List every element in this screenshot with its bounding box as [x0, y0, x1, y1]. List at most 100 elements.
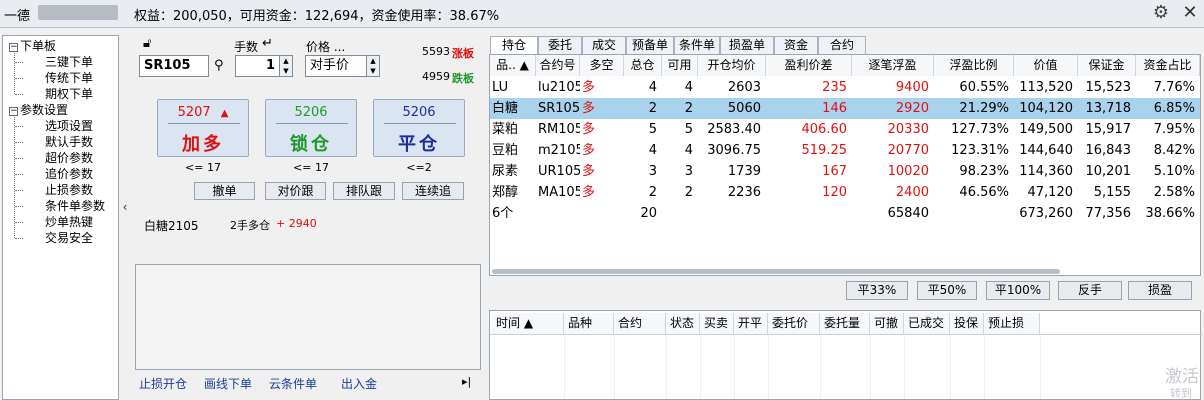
column-header[interactable]: 开仓均价	[698, 55, 766, 76]
table-row[interactable]: LU lu2105 多 4 4 2603 235 9400 60.55% 113,520 15,52…	[490, 77, 1200, 98]
column-header[interactable]: 投保	[950, 313, 984, 334]
order-button-1[interactable]: 5206 锁仓	[265, 99, 357, 157]
return-icon[interactable]: ↵	[262, 36, 273, 51]
table-cell: 2236	[727, 185, 761, 200]
column-header[interactable]: 可撤	[870, 313, 904, 334]
column-header[interactable]: 盈利价差	[766, 55, 852, 76]
tree-item-追价参数[interactable]: 追价参数	[45, 166, 93, 182]
close-icon[interactable]: ✕	[1180, 2, 1200, 24]
lots-input[interactable]: 1	[235, 55, 280, 77]
positions-table[interactable]: 品.. ▲ 合约号 多空 总仓 可用 开仓均价 盈利价差 逐笔浮盈 浮盈比例 价值 保证金 资金占比 L…	[489, 54, 1201, 276]
action-button-3[interactable]: 连续追	[402, 182, 464, 200]
table-cell: 1739	[727, 164, 761, 179]
column-header[interactable]: 多空	[580, 55, 624, 76]
column-guide	[734, 335, 735, 399]
table-row[interactable]: 菜粕 RM105 多 5 5 2583.40 406.60 20330 127.73% 149,5…	[490, 119, 1200, 140]
tab-条件单[interactable]: 条件单	[674, 36, 720, 54]
position-button-0[interactable]: 平33%	[846, 281, 908, 300]
column-header[interactable]: 逐笔浮盈	[852, 55, 934, 76]
gear-icon[interactable]: ⚙	[1150, 2, 1172, 24]
column-header[interactable]: 开平	[734, 313, 768, 334]
orders-table[interactable]: 时间 ▲ 品种 合约 状态 买卖 开平 委托价 委托量 可撤 已成交 投保 预止损	[489, 310, 1202, 400]
link-2[interactable]: 云条件单	[269, 375, 317, 392]
account-status: 权益：200,050，可用资金：122,694，资金使用率：38.67%	[134, 9, 500, 24]
limit-down-price: 4959	[422, 70, 450, 83]
tree-item-超价参数[interactable]: 超价参数	[45, 150, 93, 166]
table-row[interactable]: 白糖 SR105 多 2 2 5060 146 2920 21.29% 104,120 13,718…	[490, 98, 1200, 119]
search-icon[interactable]: ⚲	[214, 58, 224, 73]
tab-预备单[interactable]: 预备单	[626, 36, 674, 54]
tree-item-交易安全[interactable]: 交易安全	[45, 230, 93, 246]
tree-item-传统下单[interactable]: 传统下单	[45, 70, 93, 86]
top-bar: 一德 权益：200,050，可用资金：122,694，资金使用率：38.67% …	[0, 0, 1204, 28]
table-row[interactable]: 尿素 UR105 多 3 3 1739 167 10020 98.23% 114,360 10,20…	[490, 161, 1200, 182]
position-button-2[interactable]: 平100%	[986, 281, 1050, 300]
action-button-1[interactable]: 对价跟	[265, 182, 326, 200]
column-header[interactable]: 价值	[1014, 55, 1078, 76]
order-button-price-value: 5206	[294, 105, 328, 120]
column-header[interactable]: 买卖	[700, 313, 734, 334]
total-cell: 20	[640, 206, 657, 221]
tree-item-条件单参数[interactable]: 条件单参数	[45, 198, 105, 214]
table-cell: 3	[648, 164, 657, 179]
table-cell: 98.23%	[959, 164, 1009, 179]
tab-资金[interactable]: 资金	[774, 36, 818, 54]
column-header[interactable]: 合约号	[536, 55, 580, 76]
order-button-0[interactable]: 5207 ▲ 加多	[157, 99, 249, 157]
collapse-left-icon[interactable]: ‹	[119, 200, 131, 216]
position-button-1[interactable]: 平50%	[917, 281, 977, 300]
link-0[interactable]: 止损开仓	[139, 375, 187, 392]
link-3[interactable]: 出入金	[341, 375, 377, 392]
order-button-2[interactable]: 5206 平仓	[373, 99, 465, 157]
column-header[interactable]: 总仓	[624, 55, 662, 76]
tree-item-止损参数[interactable]: 止损参数	[45, 182, 93, 198]
tree-group[interactable]: − 下单板	[9, 38, 56, 54]
contract-input[interactable]: SR105	[139, 55, 209, 77]
price-type-stepper[interactable]: ▲ ▼	[366, 55, 380, 77]
table-row[interactable]: 郑醇 MA105 多 2 2 2236 120 2400 46.56% 47,120 5,155 2.…	[490, 182, 1200, 203]
column-header[interactable]: 委托价	[768, 313, 820, 334]
column-header[interactable]: 时间 ▲	[492, 313, 564, 334]
tree-item-炒单热键[interactable]: 炒单热键	[45, 214, 93, 230]
action-button-2[interactable]: 排队跟	[333, 182, 395, 200]
column-header[interactable]: 品种	[564, 313, 614, 334]
table-cell: 20330	[887, 122, 929, 137]
column-header[interactable]: 合约	[614, 313, 666, 334]
column-header[interactable]: 浮盈比例	[934, 55, 1014, 76]
price-type-select[interactable]: 对手价	[305, 55, 370, 77]
tab-损盈单[interactable]: 损盈单	[720, 36, 774, 54]
tree-group-label: 参数设置	[20, 103, 69, 117]
table-total-row: 6个 20 65840 673,260 77,356 38.66%	[490, 203, 1200, 224]
column-header[interactable]: 保证金	[1078, 55, 1136, 76]
position-button-4[interactable]: 损盈	[1128, 281, 1192, 300]
table-cell: 多	[582, 122, 596, 137]
scrollbar-thumb[interactable]	[492, 269, 1060, 274]
tree-item-三键下单[interactable]: 三键下单	[45, 54, 93, 70]
lock-icon[interactable]: 🔓︎	[143, 36, 151, 51]
tab-成交[interactable]: 成交	[582, 36, 626, 54]
column-header[interactable]: 可用	[662, 55, 698, 76]
lots-stepper[interactable]: ▲ ▼	[279, 55, 293, 77]
tree-item-选项设置[interactable]: 选项设置	[45, 118, 93, 134]
column-header[interactable]: 品.. ▲	[490, 55, 536, 76]
total-cell	[536, 203, 580, 224]
link-1[interactable]: 画线下单	[204, 375, 252, 392]
tab-委托[interactable]: 委托	[538, 36, 582, 54]
tab-持仓[interactable]: 持仓	[490, 36, 538, 55]
table-cell: 123.31%	[951, 143, 1009, 158]
tree-item-期权下单[interactable]: 期权下单	[45, 86, 93, 102]
action-button-0[interactable]: 撤单	[194, 182, 255, 200]
column-guide	[666, 335, 667, 399]
position-button-3[interactable]: 反手	[1058, 281, 1122, 300]
column-header[interactable]: 预止损	[984, 313, 1040, 334]
horizontal-scrollbar[interactable]	[490, 267, 1200, 275]
expand-right-icon[interactable]: ▸|	[462, 375, 471, 388]
tab-合约[interactable]: 合约	[818, 36, 866, 54]
tree-item-默认手数[interactable]: 默认手数	[45, 134, 93, 150]
column-header[interactable]: 资金占比	[1136, 55, 1200, 76]
column-header[interactable]: 委托量	[820, 313, 870, 334]
table-row[interactable]: 豆粕 m2105 多 4 4 3096.75 519.25 20770 123.31% 144,6…	[490, 140, 1200, 161]
column-header[interactable]: 状态	[666, 313, 700, 334]
column-header[interactable]: 已成交	[904, 313, 950, 334]
tree-group[interactable]: − 参数设置	[9, 102, 68, 118]
